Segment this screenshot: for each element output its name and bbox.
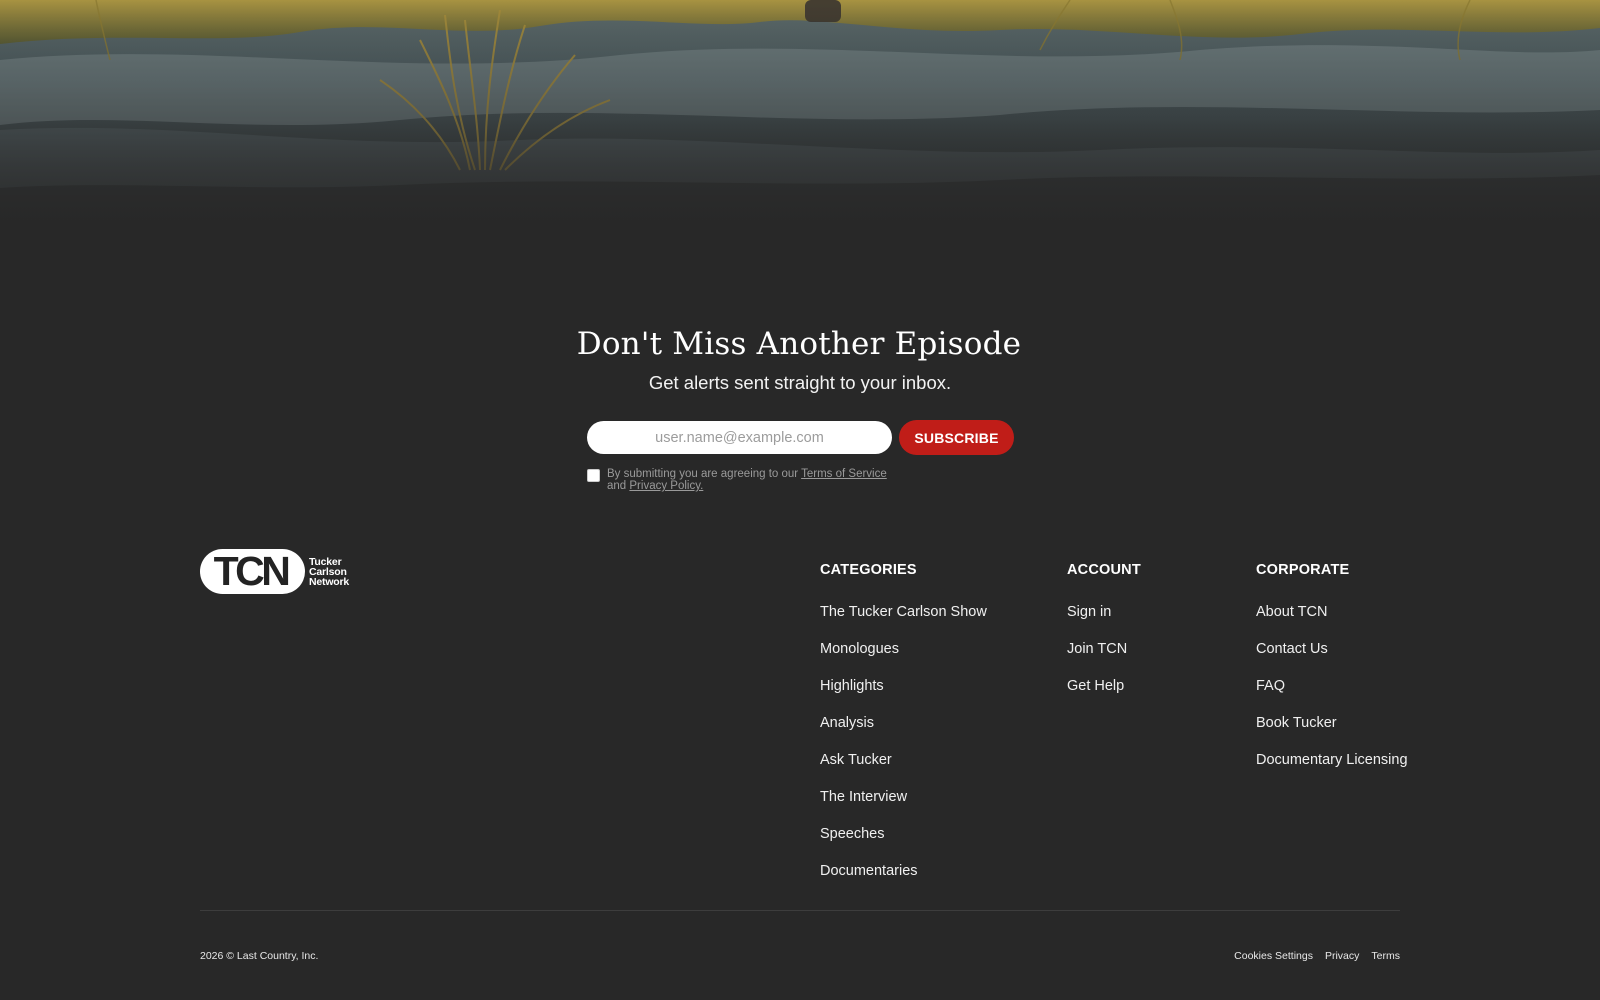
- categories-heading: CATEGORIES: [820, 562, 917, 578]
- footer-link-book-tucker[interactable]: Book Tucker: [1256, 715, 1337, 731]
- logo-line-2: Carlson: [309, 565, 347, 578]
- footer-link-about-tcn[interactable]: About TCN: [1256, 604, 1327, 620]
- footer-link-documentaries[interactable]: Documentaries: [820, 863, 918, 879]
- logo-mark: TCN: [200, 549, 305, 594]
- consent-and: and: [607, 480, 630, 492]
- footer-link-documentary-licensing[interactable]: Documentary Licensing: [1256, 752, 1408, 768]
- hero-image: [0, 0, 1600, 240]
- footer-link-highlights[interactable]: Highlights: [820, 678, 884, 694]
- footer-categories: CATEGORIES The Tucker Carlson Show Monol…: [820, 561, 987, 899]
- logo-line-1: Tucker: [309, 555, 342, 568]
- newsletter-form: SUBSCRIBE: [587, 420, 1014, 455]
- footer-link-the-interview[interactable]: The Interview: [820, 789, 907, 805]
- copyright-text: 2026 © Last Country, Inc.: [200, 950, 319, 962]
- footer-account: ACCOUNT Sign in Join TCN Get Help: [1067, 561, 1141, 714]
- consent-prefix: By submitting you are agreeing to our: [607, 468, 802, 480]
- subscribe-button[interactable]: SUBSCRIBE: [899, 420, 1014, 455]
- footer-link-contact-us[interactable]: Contact Us: [1256, 641, 1328, 657]
- corporate-heading: CORPORATE: [1256, 562, 1350, 578]
- logo-line-3: Network: [309, 575, 350, 588]
- footer-link-tucker-carlson-show[interactable]: The Tucker Carlson Show: [820, 604, 987, 620]
- cookies-settings-link[interactable]: Cookies Settings: [1234, 950, 1313, 962]
- footer-link-sign-in[interactable]: Sign in: [1067, 604, 1111, 620]
- footer-link-get-help[interactable]: Get Help: [1067, 678, 1124, 694]
- consent-text: By submitting you are agreeing to our Te…: [607, 468, 887, 492]
- newsletter-subtitle: Get alerts sent straight to your inbox.: [648, 372, 952, 393]
- legal-links: Cookies Settings Privacy Terms: [1234, 950, 1400, 962]
- privacy-link[interactable]: Privacy: [1325, 950, 1359, 962]
- terms-of-service-link[interactable]: Terms of Service: [801, 468, 887, 480]
- consent-checkbox[interactable]: [587, 469, 600, 482]
- newsletter-section: Don't Miss Another Episode Get alerts se…: [0, 326, 1600, 492]
- tcn-logo[interactable]: TCN Tucker Carlson Network: [200, 549, 349, 594]
- privacy-policy-link[interactable]: Privacy Policy.: [629, 480, 703, 492]
- logo-mark-text: TCN: [213, 548, 291, 594]
- consent-row: By submitting you are agreeing to our Te…: [587, 468, 887, 492]
- footer-link-analysis[interactable]: Analysis: [820, 715, 874, 731]
- footer-link-ask-tucker[interactable]: Ask Tucker: [820, 752, 892, 768]
- footer-corporate: CORPORATE About TCN Contact Us FAQ Book …: [1256, 561, 1408, 788]
- footer-link-speeches[interactable]: Speeches: [820, 826, 885, 842]
- footer-link-monologues[interactable]: Monologues: [820, 641, 899, 657]
- newsletter-title: Don't Miss Another Episode: [576, 326, 1022, 362]
- footer-link-faq[interactable]: FAQ: [1256, 678, 1285, 694]
- email-input[interactable]: [587, 421, 892, 454]
- footer-divider: [200, 910, 1400, 911]
- account-heading: ACCOUNT: [1067, 562, 1141, 578]
- footer-link-join-tcn[interactable]: Join TCN: [1067, 641, 1127, 657]
- terms-link[interactable]: Terms: [1371, 950, 1400, 962]
- logo-wordmark: Tucker Carlson Network: [309, 555, 350, 588]
